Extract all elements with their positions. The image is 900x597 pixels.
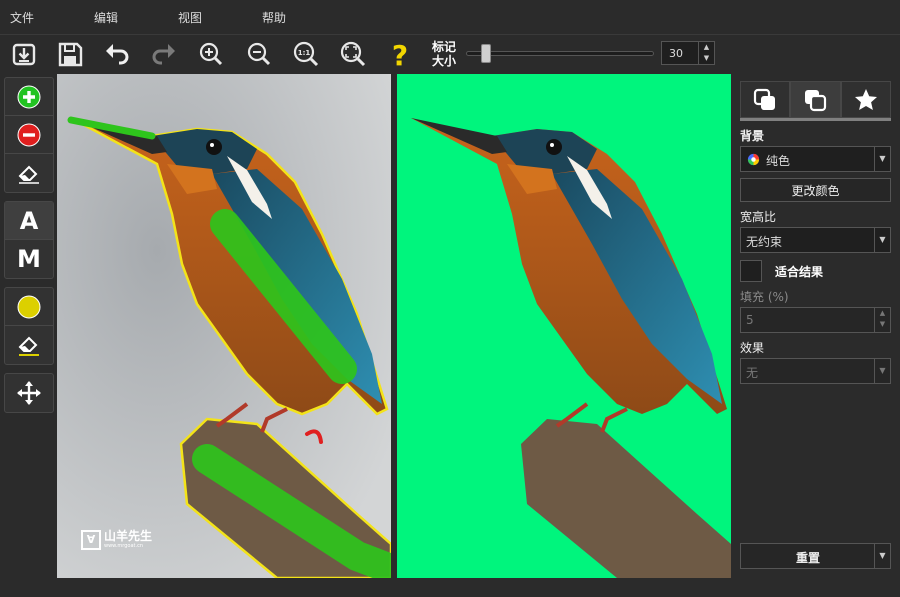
eraser-tool[interactable]: [5, 154, 53, 192]
import-icon: [12, 43, 36, 66]
menu-help[interactable]: 帮助: [252, 9, 286, 26]
background-select[interactable]: 纯色 ▼: [740, 146, 891, 172]
remove-mark-tool[interactable]: [5, 116, 53, 154]
spin-down-icon[interactable]: ▼: [699, 53, 714, 64]
manual-mode-button[interactable]: M: [5, 240, 53, 278]
tool-palette: A M: [4, 77, 54, 421]
svg-text:?: ?: [392, 40, 408, 68]
menu-bar: 文件 编辑 视图 帮助: [0, 0, 900, 34]
watermark: ∀ 山羊先生 www.mrgoat.cn: [81, 530, 152, 550]
chevron-down-icon[interactable]: ▼: [874, 359, 890, 383]
tab-foreground[interactable]: [790, 81, 841, 118]
settings-panel: 背景 纯色 ▼ 更改颜色 宽高比 无约束 ▼ 适合结果 填充 (%) 5 ▲ ▼ …: [740, 81, 891, 384]
effect-select[interactable]: 无 ▼: [740, 358, 891, 384]
import-button[interactable]: [8, 38, 40, 70]
color-tool-group: [4, 287, 54, 365]
help-button[interactable]: ?: [384, 38, 416, 70]
zoom-out-button[interactable]: [243, 38, 275, 70]
reset-button[interactable]: 重置 ▼: [740, 543, 891, 569]
fit-result-checkbox[interactable]: [740, 260, 762, 282]
eraser-icon: [18, 165, 39, 184]
mark-size-spinbox[interactable]: 30 ▲ ▼: [661, 41, 715, 65]
yellow-eraser-tool[interactable]: [5, 326, 53, 364]
spin-arrows[interactable]: ▲ ▼: [698, 42, 714, 64]
minus-circle-icon: [17, 123, 41, 146]
keep-mark-tool[interactable]: [5, 78, 53, 116]
eraser-yellow-icon: [18, 336, 39, 356]
aspect-ratio-select[interactable]: 无约束 ▼: [740, 227, 891, 253]
layers-outline-icon: [805, 89, 827, 111]
mark-tool-group: [4, 77, 54, 193]
move-arrows-icon: [17, 381, 41, 405]
fill-value[interactable]: 5: [746, 313, 754, 327]
plus-circle-icon: [17, 85, 41, 108]
fill-label: 填充 (%): [740, 290, 789, 304]
reset-label: 重置: [795, 551, 820, 565]
panel-tabs: [740, 81, 891, 121]
chevron-down-icon[interactable]: ▼: [874, 147, 890, 171]
tab-background[interactable]: [740, 81, 791, 118]
zoom-in-button[interactable]: [195, 38, 227, 70]
watermark-text: 山羊先生: [104, 529, 153, 543]
change-color-button[interactable]: 更改颜色: [740, 178, 891, 202]
spin-up-icon[interactable]: ▲: [699, 42, 714, 53]
auto-mode-button[interactable]: A: [5, 202, 53, 240]
undo-icon: [106, 44, 129, 65]
star-icon: [854, 88, 877, 110]
fit-result-row: 适合结果: [740, 260, 891, 282]
mark-size-slider[interactable]: [466, 51, 654, 56]
watermark-url: www.mrgoat.cn: [104, 543, 144, 549]
svg-text:1:1: 1:1: [298, 49, 311, 57]
menu-view[interactable]: 视图: [168, 9, 252, 26]
manual-mode-label: M: [17, 245, 41, 273]
mark-size-slider-thumb[interactable]: [481, 44, 492, 63]
tab-effects[interactable]: [840, 81, 891, 118]
background-label: 背景: [740, 129, 765, 143]
mark-size-label-line1: 标记: [432, 40, 457, 54]
yellow-brush-tool[interactable]: [5, 288, 53, 326]
save-icon: [58, 42, 83, 67]
fill-spin-arrows[interactable]: ▲ ▼: [874, 308, 890, 332]
chevron-down-icon[interactable]: ▼: [874, 228, 890, 252]
watermark-logo: ∀: [81, 530, 101, 550]
move-tool[interactable]: [5, 374, 53, 412]
background-value: 纯色: [766, 154, 791, 168]
yellow-dot-icon: [17, 295, 41, 318]
aspect-ratio-value: 无约束: [746, 235, 783, 249]
mark-size-label-line2: 大小: [432, 54, 457, 68]
result-canvas[interactable]: [397, 74, 731, 578]
fit-icon: [340, 41, 366, 67]
source-canvas[interactable]: ∀ 山羊先生 www.mrgoat.cn: [57, 74, 391, 578]
color-wheel-icon: [747, 153, 760, 166]
fit-result-label: 适合结果: [775, 264, 824, 279]
help-icon: ?: [392, 40, 408, 68]
mark-size-value[interactable]: 30: [669, 47, 683, 60]
move-tool-group: [4, 373, 54, 413]
effect-label: 效果: [740, 341, 765, 355]
effect-value: 无: [746, 366, 759, 380]
undo-button[interactable]: [101, 38, 133, 70]
zoom-out-icon: [247, 42, 271, 66]
chevron-down-icon[interactable]: ▼: [874, 544, 890, 568]
actual-size-icon: 1:1: [293, 41, 319, 67]
fit-button[interactable]: [337, 38, 369, 70]
layers-filled-icon: [754, 88, 776, 110]
auto-mode-label: A: [19, 206, 39, 235]
menu-file[interactable]: 文件: [0, 9, 84, 26]
redo-button[interactable]: [148, 38, 180, 70]
redo-icon: [152, 44, 175, 65]
result-image: [411, 118, 731, 578]
aspect-ratio-label: 宽高比: [740, 210, 777, 224]
zoom-in-icon: [199, 42, 223, 66]
mark-size-label: 标记 大小: [432, 40, 462, 68]
menu-edit[interactable]: 编辑: [84, 9, 168, 26]
mode-tool-group: A M: [4, 201, 54, 279]
save-button[interactable]: [54, 38, 86, 70]
fill-spinbox[interactable]: 5 ▲ ▼: [740, 307, 891, 333]
source-image: [57, 74, 391, 578]
actual-size-button[interactable]: 1:1: [290, 38, 322, 70]
